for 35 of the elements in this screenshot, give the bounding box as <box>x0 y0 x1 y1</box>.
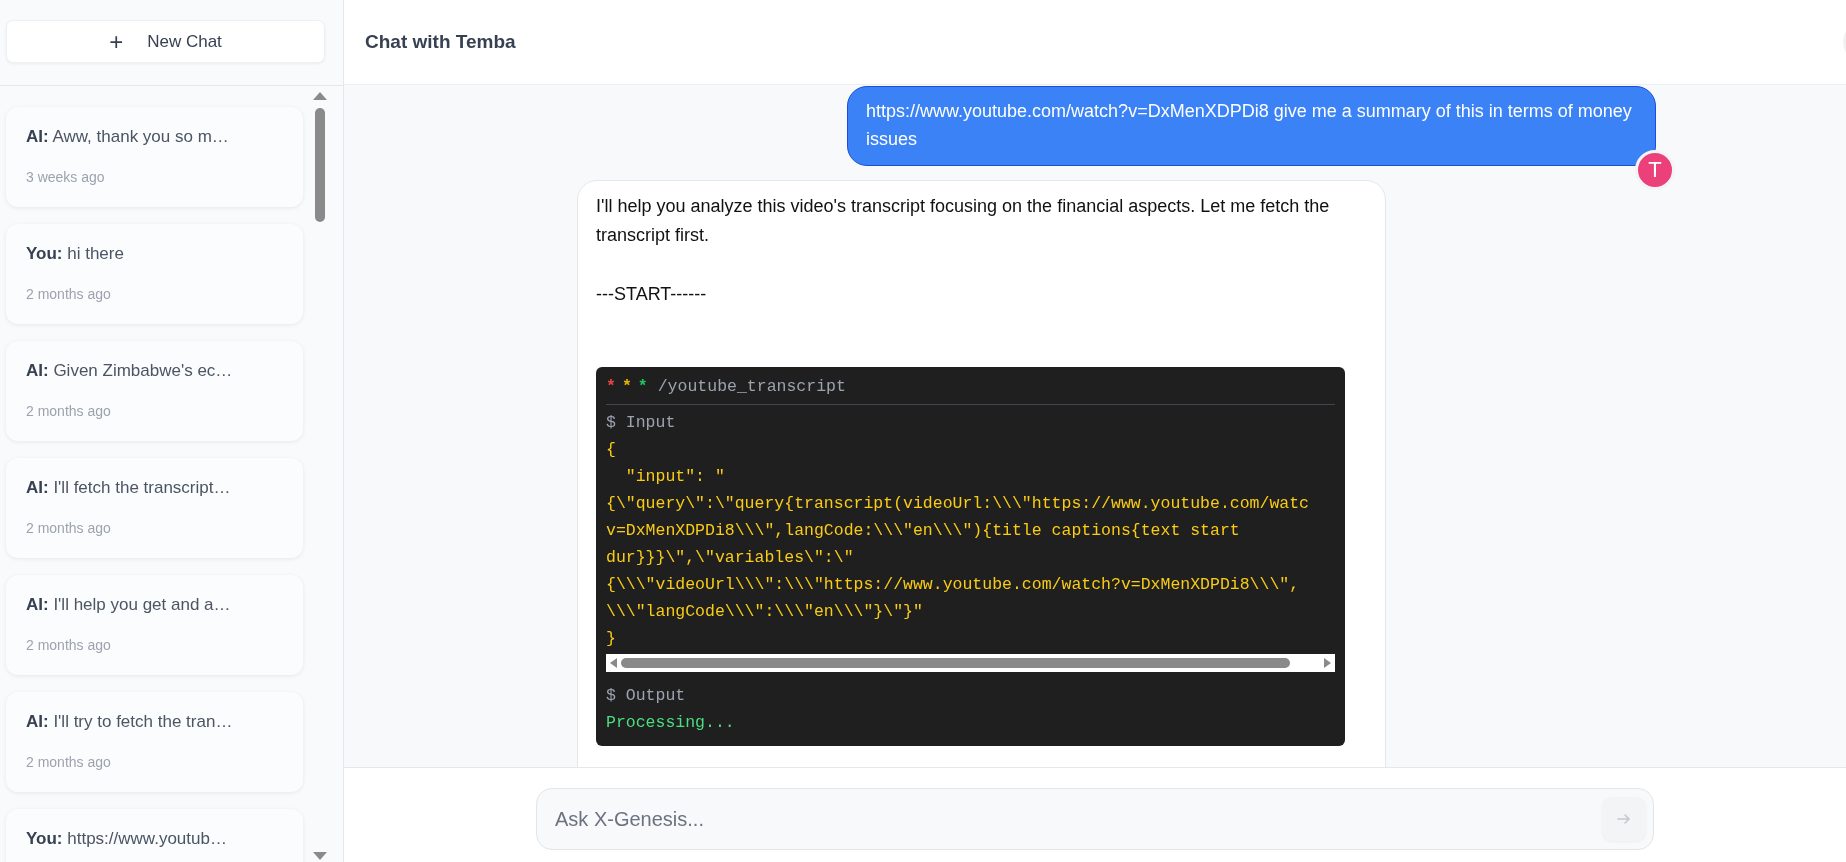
conversation-preview: You: https://www.youtub… <box>26 829 228 849</box>
conversation-time: 2 months ago <box>26 403 112 419</box>
conversation-card[interactable]: You: https://www.youtub… <box>6 809 303 862</box>
conversation-card[interactable]: AI: I'll try to fetch the tran… 2 months ago <box>6 692 303 792</box>
input-label: $ Input <box>606 412 677 434</box>
conversation-time: 2 months ago <box>26 754 112 770</box>
conversation-card[interactable]: AI: I'll fetch the transcript… 2 months ago <box>6 458 303 558</box>
chat-title: Chat with Temba <box>365 31 516 53</box>
conversation-preview: AI: Given Zimbabwe's ec… <box>26 361 234 381</box>
conversation-card[interactable]: You: hi there 2 months ago <box>6 224 303 324</box>
code-text: { "input": " {\"query\":\"query{transcript(videoUrl:\\\"https://www.youtube.com/watc v=DxMenXDPDi8\\\",langCode:\\\"en\\\"){title captions{text start dur}}}\",\"variables\":\" {\\\"videoUrl\\\":\\\"https://www.youtube.com/watch?v=DxMenXDPDi8\\\", \\\"langCode\\\":\\\"en\\\"}\"}" } <box>606 439 1310 650</box>
window-dot: * <box>637 376 648 398</box>
tool-name: /youtube_transcript <box>657 376 846 398</box>
conversation-time: 2 months ago <box>26 286 112 302</box>
message-text: I'll help you analyze this video's transcript focusing on the financial aspects. Let me fetch the transcript first. <box>596 195 1331 247</box>
window-dot: * <box>621 376 632 398</box>
conversation-time: 2 months ago <box>26 520 112 536</box>
conversation-time: 3 weeks ago <box>26 169 106 185</box>
output-label: $ Output <box>606 685 687 707</box>
message-text: ---START------ <box>596 283 708 306</box>
output-text: Processing... <box>606 712 736 734</box>
conversation-preview: You: hi there <box>26 244 125 264</box>
conversation-preview: AI: I'll help you get and a… <box>26 595 232 615</box>
conversation-preview: AI: I'll fetch the transcript… <box>26 478 232 498</box>
window-dot: * <box>606 376 616 398</box>
conversation-card[interactable]: AI: Given Zimbabwe's ec… 2 months ago <box>6 341 303 441</box>
conversation-preview: AI: I'll try to fetch the tran… <box>26 712 234 732</box>
message-input[interactable]: Ask X-Genesis... <box>536 788 1654 850</box>
conversation-time: 2 months ago <box>26 637 112 653</box>
conversation-card[interactable]: AI: Aww, thank you so m… 3 weeks ago <box>6 107 303 207</box>
horizontal-scrollbar[interactable] <box>606 654 1335 672</box>
conversation-card[interactable]: AI: I'll help you get and a… 2 months ago <box>6 575 303 675</box>
new-chat-button[interactable]: + New Chat <box>6 20 325 63</box>
arrow-icon <box>1616 811 1632 827</box>
conversation-preview: AI: Aww, thank you so m… <box>26 127 230 147</box>
